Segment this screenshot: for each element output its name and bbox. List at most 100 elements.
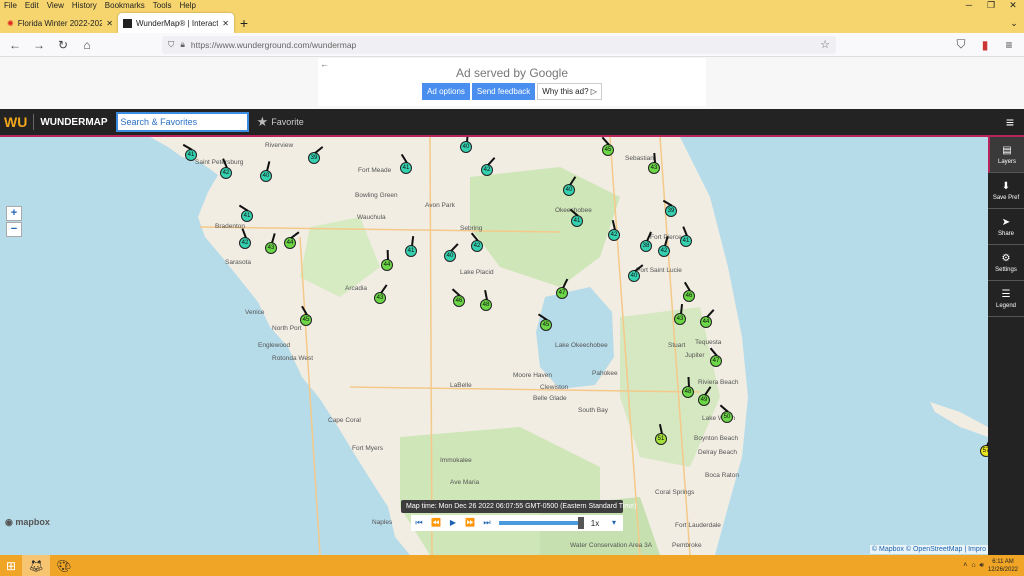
weather-station-marker[interactable]: 51 xyxy=(655,424,667,445)
weather-station-marker[interactable]: 47 xyxy=(556,278,568,299)
why-this-ad-button[interactable]: Why this ad? ▷ xyxy=(537,83,602,100)
weather-station-marker[interactable]: 45 xyxy=(300,305,312,326)
weather-station-marker[interactable]: 42 xyxy=(608,220,620,241)
clock[interactable]: 6:11 AM 12/26/2022 xyxy=(988,558,1018,574)
speed-select[interactable]: 1x xyxy=(585,519,605,528)
extension-icon[interactable]: ▮ xyxy=(976,38,994,52)
save-pref-button[interactable]: ⬇ Save Pref xyxy=(988,173,1024,209)
ad-back-icon[interactable]: ← xyxy=(320,59,329,69)
zoom-in-button[interactable]: + xyxy=(6,206,22,221)
new-tab-icon[interactable]: + xyxy=(234,13,254,33)
weather-station-marker[interactable]: 40 xyxy=(460,137,472,153)
reload-icon[interactable]: ↻ xyxy=(54,38,72,52)
menu-edit[interactable]: Edit xyxy=(25,1,39,10)
weather-station-marker[interactable]: 50 xyxy=(719,404,733,423)
weather-station-marker[interactable]: 39 xyxy=(662,200,677,217)
close-icon[interactable]: ✕ xyxy=(1002,0,1024,11)
weather-station-marker[interactable]: 40 xyxy=(444,243,459,262)
weather-station-marker[interactable]: 45 xyxy=(601,137,614,156)
ad-options-button[interactable]: Ad options xyxy=(422,83,470,100)
minimize-icon[interactable]: ─ xyxy=(958,0,980,11)
weather-station-marker[interactable]: 43 xyxy=(265,233,277,254)
forward-icon[interactable]: → xyxy=(30,38,48,52)
search-input[interactable]: Search & Favorites xyxy=(115,112,249,132)
weather-station-marker[interactable]: 41 xyxy=(182,144,197,161)
weather-station-marker[interactable]: 46 xyxy=(451,288,465,307)
layers-button[interactable]: ▤ Layers xyxy=(988,137,1024,173)
send-feedback-button[interactable]: Send feedback xyxy=(471,83,536,100)
weather-station-marker[interactable]: 46 xyxy=(683,282,695,302)
slider-handle[interactable] xyxy=(578,517,584,529)
volume-icon[interactable]: 🔊︎ xyxy=(980,562,984,570)
tab-wundermap[interactable]: WunderMap® | Interactive Wea ✕ xyxy=(118,13,234,33)
menu-history[interactable]: History xyxy=(72,1,97,10)
menu-tools[interactable]: Tools xyxy=(153,1,172,10)
weather-station-marker[interactable]: 43 xyxy=(648,152,660,174)
weather-station-marker[interactable]: 42 xyxy=(220,158,232,179)
windows-start-icon[interactable]: ⊞ xyxy=(0,555,22,576)
tab-close-icon[interactable]: ✕ xyxy=(106,19,113,28)
weather-station-marker[interactable]: 41 xyxy=(680,226,692,247)
map-canvas[interactable]: Saint Petersburg Riverview Fort Meade Bowli… xyxy=(0,137,988,555)
weather-station-marker[interactable]: 41 xyxy=(569,208,583,227)
menu-help[interactable]: Help xyxy=(179,1,195,10)
time-slider[interactable] xyxy=(499,517,584,529)
weather-station-marker[interactable]: 45 xyxy=(537,313,552,331)
weather-station-marker[interactable]: 48 xyxy=(682,376,694,398)
weather-station-marker[interactable]: 42 xyxy=(481,157,495,176)
weather-station-marker[interactable]: 40 xyxy=(628,264,644,282)
menu-view[interactable]: View xyxy=(47,1,64,10)
pocket-icon[interactable]: ⛉ xyxy=(952,37,970,52)
chevron-down-icon[interactable]: ▾ xyxy=(606,516,622,530)
weather-station-marker[interactable]: 39 xyxy=(308,146,323,164)
chevron-down-icon[interactable]: ⌄ xyxy=(1004,13,1024,33)
weather-station-marker[interactable]: 40 xyxy=(260,161,272,182)
tab-florida-winter[interactable]: ✺ Florida Winter 2022-2023 - Page ✕ xyxy=(2,13,118,33)
skip-end-icon[interactable]: ⏭ xyxy=(479,516,495,530)
mapbox-logo[interactable]: ◉ mapbox xyxy=(5,517,50,528)
zoom-out-button[interactable]: − xyxy=(6,222,22,237)
map-attribution[interactable]: © Mapbox © OpenStreetMap | Impro xyxy=(869,545,988,554)
wu-logo[interactable]: WU WUNDERMAP xyxy=(4,114,108,130)
weather-station-marker[interactable]: 42 xyxy=(470,232,483,252)
weather-station-marker[interactable]: 44 xyxy=(700,309,715,328)
bookmark-star-icon[interactable]: ☆ xyxy=(820,38,830,51)
tab-close-icon[interactable]: ✕ xyxy=(222,19,229,28)
paint-icon[interactable]: 🎨︎ xyxy=(50,555,78,576)
weather-station-marker[interactable]: 40 xyxy=(563,176,576,196)
weather-station-marker[interactable]: 43 xyxy=(674,303,686,325)
settings-button[interactable]: ⚙ Settings xyxy=(988,245,1024,281)
weather-station-marker[interactable]: 41 xyxy=(400,154,412,174)
weather-station-marker[interactable]: 44 xyxy=(381,249,393,271)
weather-station-marker[interactable]: 41 xyxy=(238,205,253,222)
fast-forward-icon[interactable]: ⏩ xyxy=(462,516,478,530)
legend-button[interactable]: ☰ Legend xyxy=(988,281,1024,317)
weather-station-marker[interactable]: 47 xyxy=(709,347,722,367)
share-button[interactable]: ➤ Share xyxy=(988,209,1024,245)
menu-file[interactable]: File xyxy=(4,1,17,10)
weather-station-marker[interactable]: 41 xyxy=(405,235,417,257)
skip-start-icon[interactable]: ⏮ xyxy=(411,516,427,530)
restore-icon[interactable]: ❐ xyxy=(980,0,1002,11)
site-menu-icon[interactable]: ≡ xyxy=(1006,114,1014,130)
tray-chevron-icon[interactable]: ˄ xyxy=(963,562,967,569)
shield-icon[interactable]: ⛉ xyxy=(168,39,174,50)
weather-station-marker[interactable]: 38 xyxy=(640,231,652,252)
home-icon[interactable]: ⌂ xyxy=(78,38,96,52)
weather-station-marker[interactable]: 44 xyxy=(284,231,300,249)
url-bar[interactable]: ⛉ 🔒︎ https://www.wunderground.com/wunder… xyxy=(162,35,836,54)
lock-icon[interactable]: 🔒︎ xyxy=(180,39,185,50)
weather-station-marker[interactable]: 49 xyxy=(698,386,711,406)
firefox-icon[interactable]: 🦊︎ xyxy=(22,555,50,576)
menu-bookmarks[interactable]: Bookmarks xyxy=(105,1,145,10)
network-icon[interactable]: ⌂ xyxy=(971,562,975,569)
play-icon[interactable]: ▶ xyxy=(445,516,461,530)
hamburger-menu-icon[interactable]: ≡ xyxy=(1000,38,1018,52)
back-icon[interactable]: ← xyxy=(6,38,24,52)
weather-station-marker[interactable]: 42 xyxy=(239,228,251,249)
weather-station-marker[interactable]: 43 xyxy=(374,284,388,304)
favorite-button[interactable]: ★ Favorite xyxy=(257,114,304,130)
weather-station-marker[interactable]: 57 xyxy=(980,436,988,457)
weather-station-marker[interactable]: 42 xyxy=(658,236,670,257)
rewind-icon[interactable]: ⏪ xyxy=(428,516,444,530)
